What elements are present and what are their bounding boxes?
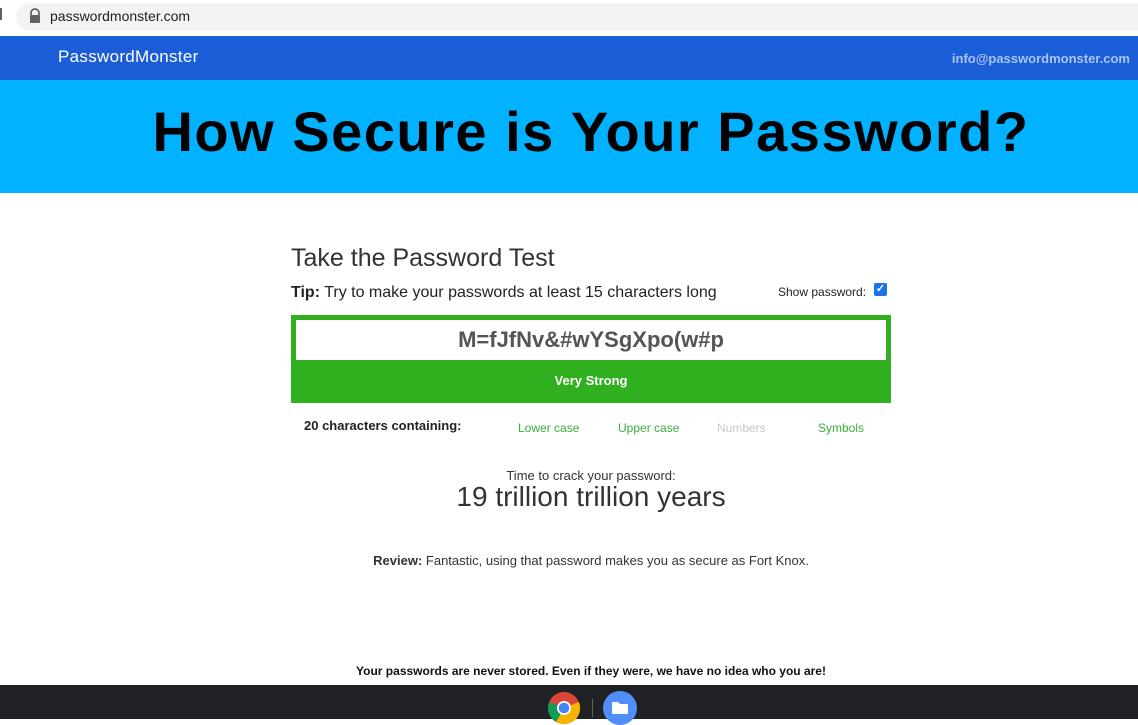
review-text: Review: Fantastic, using that password m… <box>291 553 891 569</box>
crack-time-value: 19 trillion trillion years <box>456 481 726 512</box>
privacy-note: Your passwords are never stored. Even if… <box>356 664 826 678</box>
tip-text: Tip: Try to make your passwords at least… <box>291 283 717 303</box>
taskbar-separator <box>592 699 593 717</box>
tip-body: Try to make your passwords at least 15 c… <box>320 284 717 301</box>
strength-rating: Very Strong <box>554 373 628 388</box>
lock-icon <box>30 8 40 23</box>
show-password-checkbox[interactable]: ✓ <box>874 283 887 296</box>
contact-email-link[interactable]: info@passwordmonster.com <box>952 51 1130 67</box>
password-input[interactable] <box>296 320 886 360</box>
char-type-lower: Lower case <box>518 421 580 435</box>
chrome-icon[interactable] <box>547 691 581 725</box>
url-text[interactable]: passwordmonster.com <box>50 8 190 24</box>
folder-icon <box>612 702 628 714</box>
show-password-label: Show password: <box>778 285 867 299</box>
char-type-upper: Upper case <box>618 421 680 435</box>
char-type-numbers: Numbers <box>717 421 766 435</box>
review-label: Review: <box>373 553 423 568</box>
page-headline: How Secure is Your Password? <box>152 100 1030 163</box>
review-body: Fantastic, using that password makes you… <box>422 553 809 568</box>
char-type-symbols: Symbols <box>818 421 865 435</box>
window-edge-marker <box>0 8 2 20</box>
section-title: Take the Password Test <box>291 244 555 272</box>
character-count: 20 characters containing: <box>304 418 462 433</box>
site-logo[interactable]: PasswordMonster <box>58 47 199 67</box>
tip-label: Tip: <box>291 284 321 301</box>
